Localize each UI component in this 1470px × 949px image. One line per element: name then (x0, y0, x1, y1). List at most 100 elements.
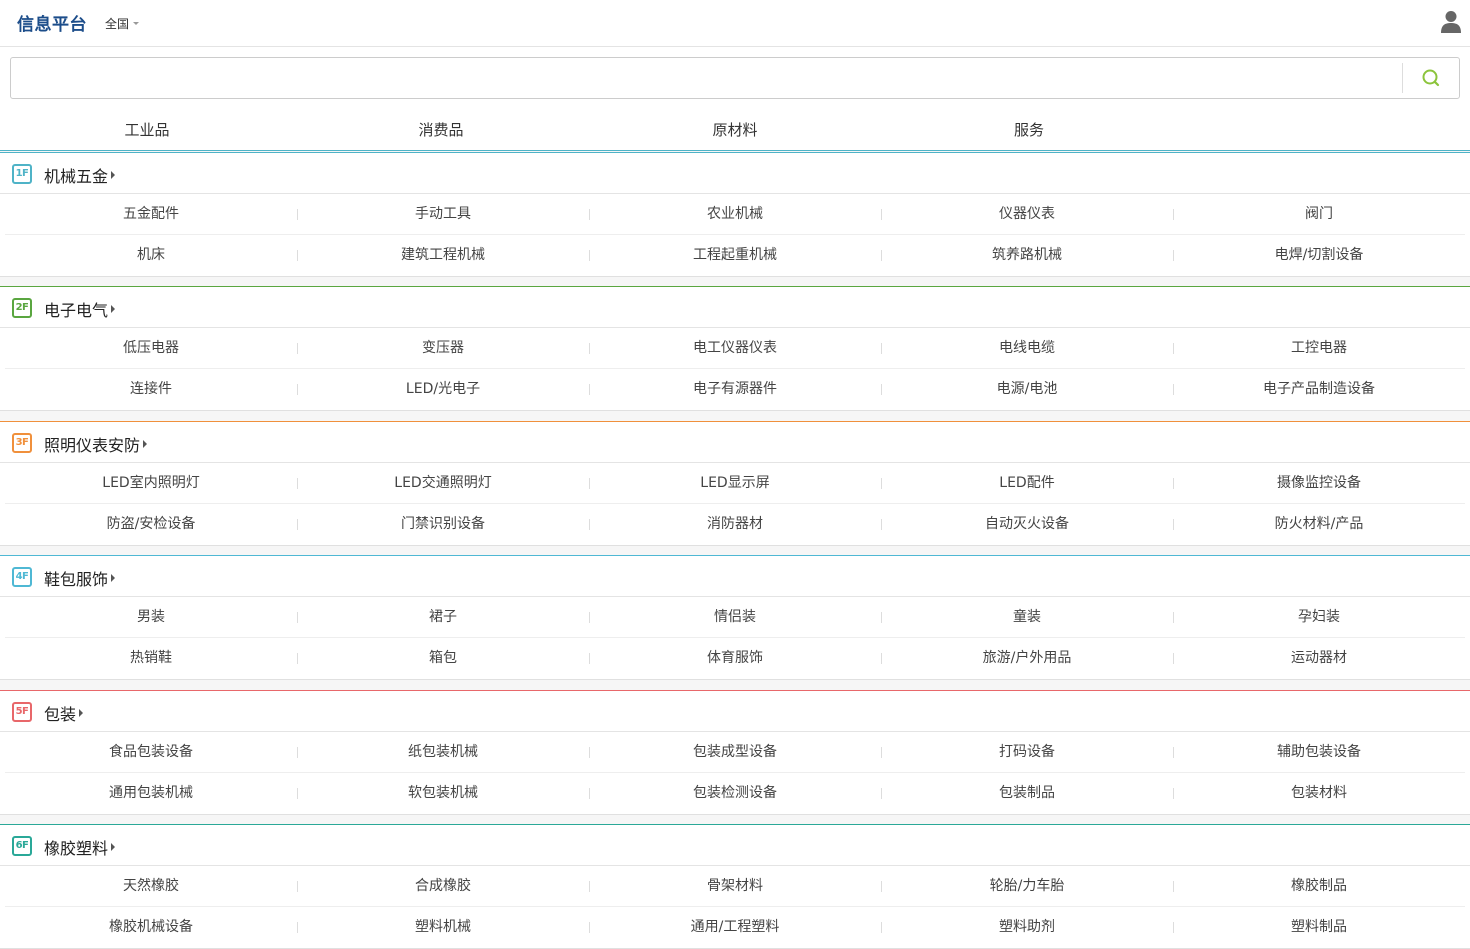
subcategory-link[interactable]: 男装 (5, 597, 297, 637)
search-divider (1402, 63, 1403, 93)
subcategory-link[interactable]: 食品包装设备 (5, 732, 297, 772)
subcategory-link[interactable]: LED配件 (881, 463, 1173, 503)
region-selector[interactable]: 全国 (105, 15, 140, 32)
subcategory-link[interactable]: 辅助包装设备 (1173, 732, 1465, 772)
floor-title-link[interactable]: 机械五金 (44, 163, 116, 187)
subcategory-link[interactable]: 骨架材料 (589, 866, 881, 906)
subcategory-link[interactable]: 工程起重机械 (589, 235, 881, 275)
floor-title-link[interactable]: 电子电气 (44, 297, 116, 321)
subcategory-link[interactable]: 合成橡胶 (297, 866, 589, 906)
brand-logo[interactable]: 信息平台 (17, 10, 87, 35)
floor-title-link[interactable]: 鞋包服饰 (44, 566, 116, 590)
subcategory-link[interactable]: 包装检测设备 (589, 773, 881, 813)
subcategory-link[interactable]: 门禁识别设备 (297, 504, 589, 544)
floor-item-grid: 低压电器 变压器 电工仪器仪表 电线电缆 工控电器 连接件 LED/光电子 电子有源器件 电源/… (5, 328, 1465, 409)
floor-section: 2F 电子电气 低压电器 变压器 电工仪器仪表 电线电缆 工控电器 连接件 LED/光电子 电子有… (0, 286, 1470, 411)
floor-badge: 6F (12, 836, 32, 856)
user-icon[interactable] (1440, 10, 1462, 34)
subcategory-link[interactable]: 电源/电池 (881, 369, 1173, 409)
floor-title-link[interactable]: 橡胶塑料 (44, 835, 116, 859)
subcategory-link[interactable]: 打码设备 (881, 732, 1173, 772)
floor-title: 鞋包服饰 (44, 570, 109, 589)
subcategory-link[interactable]: 箱包 (297, 638, 589, 678)
subcategory-link[interactable]: 包装成型设备 (589, 732, 881, 772)
subcategory-link[interactable]: 塑料制品 (1173, 907, 1465, 947)
subcategory-link[interactable]: 天然橡胶 (5, 866, 297, 906)
subcategory-link[interactable]: 轮胎/力车胎 (881, 866, 1173, 906)
subcategory-link[interactable]: 通用/工程塑料 (589, 907, 881, 947)
subcategory-link[interactable]: LED室内照明灯 (5, 463, 297, 503)
subcategory-link[interactable]: 仪器仪表 (881, 194, 1173, 234)
floor-badge: 1F (12, 164, 32, 184)
tab-services[interactable]: 服务 (882, 109, 1176, 150)
subcategory-link[interactable]: 农业机械 (589, 194, 881, 234)
subcategory-link[interactable]: 变压器 (297, 328, 589, 368)
floor-item-grid: LED室内照明灯 LED交通照明灯 LED显示屏 LED配件 摄像监控设备 防盗/安检设备… (5, 463, 1465, 544)
subcategory-link[interactable]: 热销鞋 (5, 638, 297, 678)
floor-item-row: 通用包装机械 软包装机械 包装检测设备 包装制品 包装材料 (5, 773, 1465, 813)
subcategory-link[interactable]: 低压电器 (5, 328, 297, 368)
subcategory-link[interactable]: 建筑工程机械 (297, 235, 589, 275)
floor-header: 2F 电子电气 (0, 287, 1470, 328)
subcategory-link[interactable]: 自动灭火设备 (881, 504, 1173, 544)
subcategory-link[interactable]: 电子有源器件 (589, 369, 881, 409)
subcategory-link[interactable]: 防火材料/产品 (1173, 504, 1465, 544)
subcategory-link[interactable]: 软包装机械 (297, 773, 589, 813)
floor-title: 橡胶塑料 (44, 839, 109, 858)
subcategory-link[interactable]: 塑料助剂 (881, 907, 1173, 947)
floor-section: 4F 鞋包服饰 男装 裙子 情侣装 童装 孕妇装 热销鞋 箱包 体育服饰 旅游/户外用品 运动器材 (0, 555, 1470, 680)
subcategory-link[interactable]: 旅游/户外用品 (881, 638, 1173, 678)
floor-title: 包装 (44, 705, 77, 724)
subcategory-link[interactable]: 电线电缆 (881, 328, 1173, 368)
subcategory-link[interactable]: 连接件 (5, 369, 297, 409)
subcategory-link[interactable]: 防盗/安检设备 (5, 504, 297, 544)
search-box (10, 57, 1460, 99)
floor-item-row: 天然橡胶 合成橡胶 骨架材料 轮胎/力车胎 橡胶制品 (5, 866, 1465, 907)
floor-title-link[interactable]: 照明仪表安防 (44, 432, 148, 456)
subcategory-link[interactable]: 电焊/切割设备 (1173, 235, 1465, 275)
subcategory-link[interactable]: 橡胶机械设备 (5, 907, 297, 947)
subcategory-link[interactable]: 橡胶制品 (1173, 866, 1465, 906)
subcategory-link[interactable]: 情侣装 (589, 597, 881, 637)
subcategory-link[interactable]: 消防器材 (589, 504, 881, 544)
floor-badge: 5F (12, 702, 32, 722)
subcategory-link[interactable]: 阀门 (1173, 194, 1465, 234)
subcategory-link[interactable]: 工控电器 (1173, 328, 1465, 368)
floor-item-row: 低压电器 变压器 电工仪器仪表 电线电缆 工控电器 (5, 328, 1465, 369)
floor-header: 3F 照明仪表安防 (0, 422, 1470, 463)
subcategory-link[interactable]: 包装制品 (881, 773, 1173, 813)
tab-consumer[interactable]: 消费品 (294, 109, 588, 150)
subcategory-link[interactable]: 电工仪器仪表 (589, 328, 881, 368)
subcategory-link[interactable]: 电子产品制造设备 (1173, 369, 1465, 409)
subcategory-link[interactable]: 裙子 (297, 597, 589, 637)
subcategory-link[interactable]: 摄像监控设备 (1173, 463, 1465, 503)
subcategory-link[interactable]: 通用包装机械 (5, 773, 297, 813)
tab-industrial[interactable]: 工业品 (0, 109, 294, 150)
subcategory-link[interactable]: LED显示屏 (589, 463, 881, 503)
subcategory-link[interactable]: 孕妇装 (1173, 597, 1465, 637)
floor-item-row: 橡胶机械设备 塑料机械 通用/工程塑料 塑料助剂 塑料制品 (5, 907, 1465, 947)
subcategory-link[interactable]: LED交通照明灯 (297, 463, 589, 503)
tab-raw-materials[interactable]: 原材料 (588, 109, 882, 150)
subcategory-link[interactable]: 机床 (5, 235, 297, 275)
floor-item-grid: 天然橡胶 合成橡胶 骨架材料 轮胎/力车胎 橡胶制品 橡胶机械设备 塑料机械 通用/工程塑料塑… (5, 866, 1465, 947)
floor-section: 5F 包装 食品包装设备 纸包装机械 包装成型设备 打码设备 辅助包装设备 通用包装机械 软包装… (0, 690, 1470, 815)
subcategory-link[interactable]: 纸包装机械 (297, 732, 589, 772)
subcategory-link[interactable]: 运动器材 (1173, 638, 1465, 678)
floor-item-row: 防盗/安检设备 门禁识别设备 消防器材 自动灭火设备 防火材料/产品 (5, 504, 1465, 544)
caret-right-icon (111, 574, 116, 582)
search-input[interactable] (19, 62, 1393, 94)
caret-right-icon (143, 440, 148, 448)
subcategory-link[interactable]: 筑养路机械 (881, 235, 1173, 275)
floor-title-link[interactable]: 包装 (44, 701, 84, 725)
subcategory-link[interactable]: 塑料机械 (297, 907, 589, 947)
subcategory-link[interactable]: 手动工具 (297, 194, 589, 234)
subcategory-link[interactable]: 五金配件 (5, 194, 297, 234)
subcategory-link[interactable]: 童装 (881, 597, 1173, 637)
search-icon[interactable] (1420, 67, 1442, 89)
subcategory-link[interactable]: 体育服饰 (589, 638, 881, 678)
subcategory-link[interactable]: 包装材料 (1173, 773, 1465, 813)
subcategory-link[interactable]: LED/光电子 (297, 369, 589, 409)
floor-item-row: 五金配件 手动工具 农业机械 仪器仪表 阀门 (5, 194, 1465, 235)
floor-section: 3F 照明仪表安防 LED室内照明灯 LED交通照明灯 LED显示屏 LED配件 摄像监控设… (0, 421, 1470, 546)
